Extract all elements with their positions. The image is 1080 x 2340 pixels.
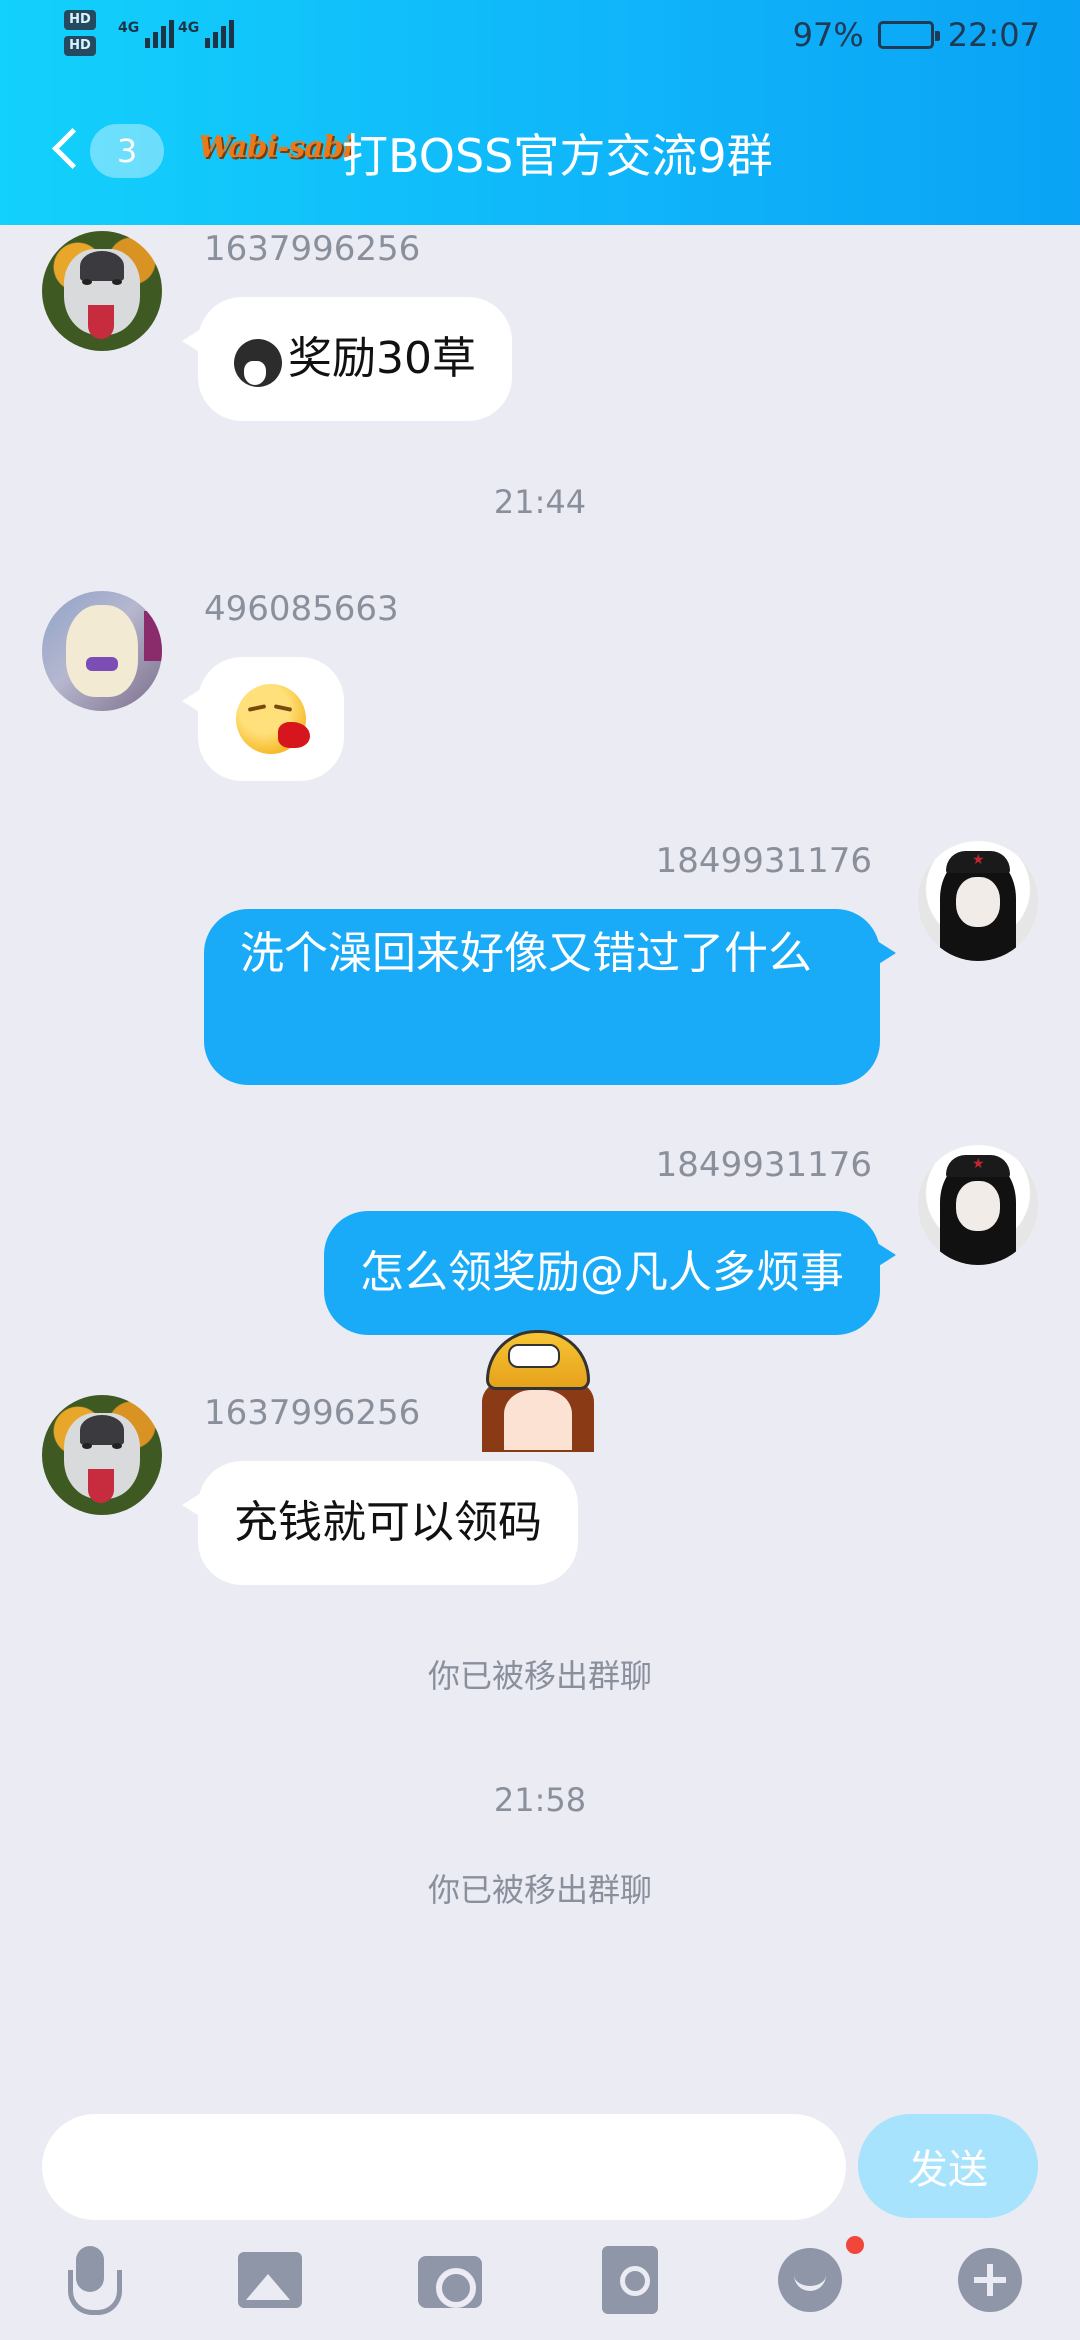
sender-name: 1637996256 [204,1393,421,1433]
battery-percent: 97% [792,16,864,54]
mascot-sticker [478,1330,598,1452]
chat-toolbar [0,2230,1080,2340]
hd-badge-2: HD [64,36,96,56]
avatar[interactable] [42,231,162,351]
unread-count-badge[interactable]: 3 [90,124,164,178]
input-bar: 发送 [0,2110,1080,2230]
avatar[interactable]: ★ [918,1145,1038,1265]
message-bubble[interactable] [182,657,344,781]
system-notice: 你已被移出群聊 [427,1871,652,1909]
signal-icon-2: 4G [178,20,235,48]
avatar[interactable] [42,591,162,711]
group-logo: Wabi-sabi [198,130,354,165]
message-text: 怎么领奖励@凡人多烦事 [360,1247,844,1298]
message-text: 洗个澡回来好像又错过了什么 [240,928,812,979]
message-text: 奖励30草 [288,333,476,384]
network-type-1: 4G [118,20,140,36]
image-icon[interactable] [234,2244,306,2316]
chat-title[interactable]: 打BOSS官方交流9群 [342,120,773,186]
sim-indicators: HD HD [64,10,96,62]
sender-name: 1849931176 [655,841,872,881]
emoji-icon[interactable] [774,2244,846,2316]
time-separator: 21:58 [493,1781,587,1819]
message-list[interactable]: 1637996256 奖励30草 21:44 496085663 ★ 18499… [0,225,1080,2110]
sender-name: 1849931176 [655,1145,872,1185]
avatar[interactable]: ★ [918,841,1038,961]
spit-blood-emoji-icon [236,684,310,754]
chat-header: HD HD 4G 4G 97% 22:07 3 Wabi-sabi 打BOSS官… [0,0,1080,225]
message-text: 充钱就可以领码 [234,1497,542,1548]
signal-icon-1: 4G [118,20,175,48]
message-input[interactable] [42,2114,846,2220]
sender-name: 496085663 [204,589,399,629]
nav-row: 3 Wabi-sabi 打BOSS官方交流9群 [0,108,1080,192]
plus-icon[interactable] [954,2244,1026,2316]
avatar[interactable] [42,1395,162,1515]
red-packet-icon[interactable] [594,2244,666,2316]
camera-icon[interactable] [414,2244,486,2316]
mic-icon[interactable] [54,2244,126,2316]
message-bubble[interactable]: 充钱就可以领码 [182,1461,578,1585]
network-type-2: 4G [178,20,200,36]
hd-badge-1: HD [64,10,96,30]
send-button[interactable]: 发送 [858,2114,1038,2218]
message-bubble[interactable]: 洗个澡回来好像又错过了什么 [204,909,896,1085]
notification-dot [846,2236,864,2254]
status-right: 97% 22:07 [793,16,1040,54]
message-bubble[interactable]: 奖励30草 [182,297,512,421]
sender-name: 1637996256 [204,229,421,269]
status-bar: HD HD 4G 4G 97% 22:07 [0,0,1080,70]
back-button[interactable] [46,122,86,178]
clock: 22:07 [947,16,1040,54]
battery-icon [877,21,940,49]
system-notice: 你已被移出群聊 [427,1657,652,1695]
head-silhouette-icon [234,339,282,387]
message-bubble[interactable]: 怎么领奖励@凡人多烦事 [324,1211,896,1335]
time-separator: 21:44 [493,483,587,521]
